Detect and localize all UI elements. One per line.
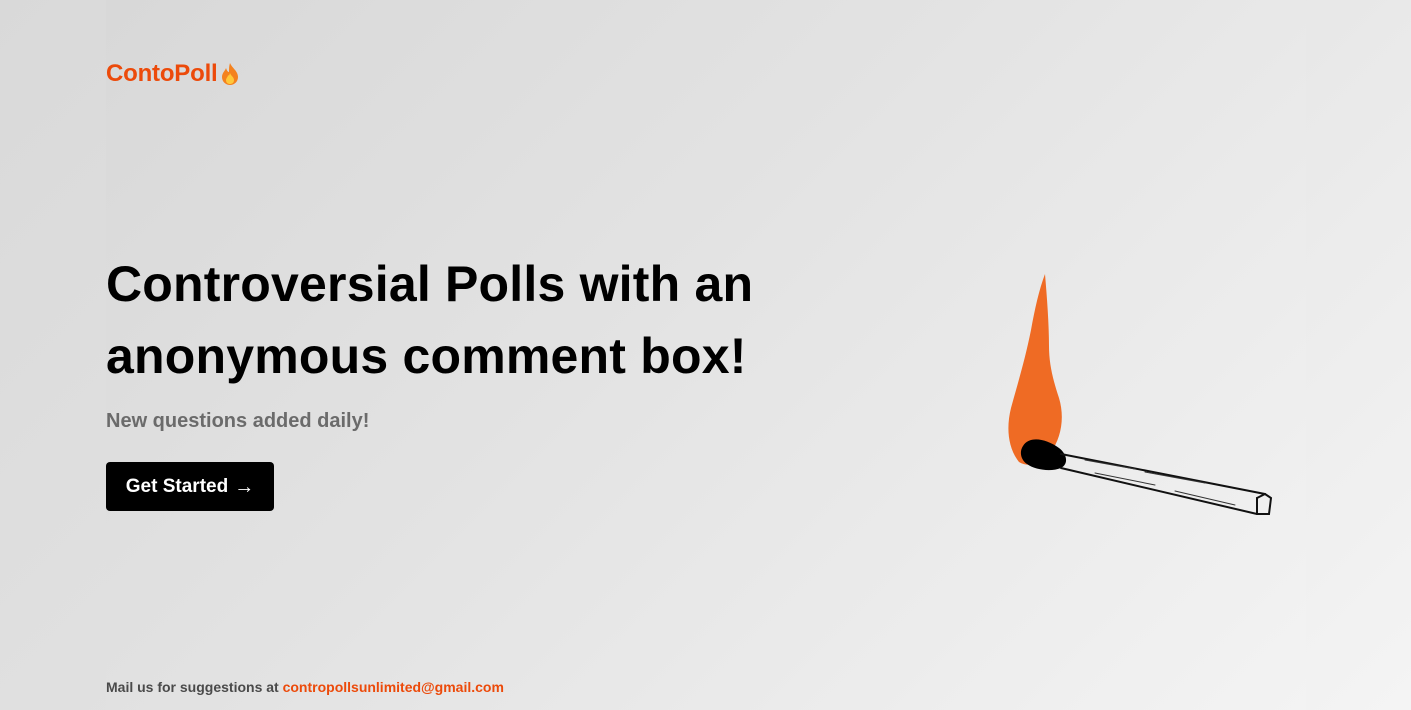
get-started-label: Get Started (125, 475, 229, 497)
hero-headline: Controversial Polls with an anonymous co… (106, 248, 826, 392)
footer-prefix: Mail us for suggestions at (106, 679, 279, 695)
footer-email-link[interactable]: contropollsunlimited@gmail.com (283, 679, 504, 695)
burning-match-icon (995, 268, 1280, 523)
get-started-button[interactable]: Get Started → (106, 462, 274, 511)
brand-logo[interactable]: ContoPoll (106, 60, 241, 88)
hero-headline-line-2: anonymous comment box! (106, 328, 747, 384)
hero-headline-line-1: Controversial Polls with an (106, 256, 754, 312)
arrow-right-icon: → (234, 475, 255, 498)
fire-icon (219, 62, 241, 86)
hero-subtitle: New questions added daily! (106, 410, 370, 432)
footer-contact: Mail us for suggestions at contropollsun… (106, 679, 504, 695)
brand-name: ContoPoll (106, 60, 218, 87)
